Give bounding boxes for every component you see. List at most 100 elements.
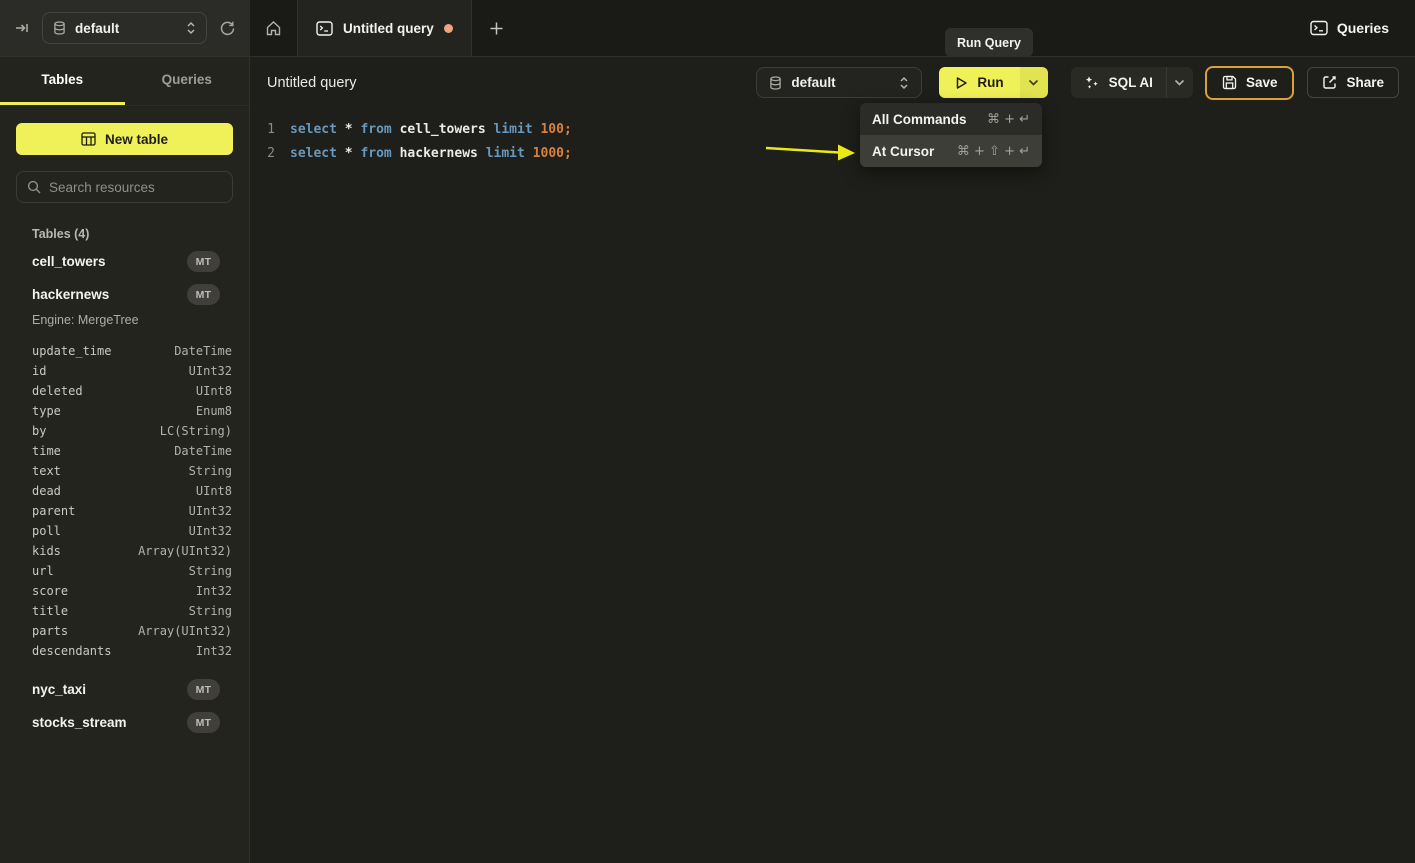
- column-name: url: [32, 564, 54, 578]
- chevron-down-icon: [1174, 79, 1185, 86]
- run-label: Run: [977, 75, 1003, 90]
- sql-editor[interactable]: 1select * from cell_towers limit 100;2se…: [251, 108, 1415, 863]
- queries-button[interactable]: Queries: [1310, 0, 1415, 56]
- code-token: limit: [486, 146, 525, 161]
- sql-ai-label: SQL AI: [1109, 75, 1153, 90]
- terminal-icon: [316, 21, 333, 36]
- new-tab-button[interactable]: [472, 0, 521, 56]
- column-name: by: [32, 424, 46, 438]
- column-row: kidsArray(UInt32): [0, 541, 249, 561]
- column-type: UInt8: [196, 384, 232, 398]
- query-database-value: default: [791, 75, 835, 90]
- save-icon: [1222, 75, 1237, 90]
- column-type: LC(String): [160, 424, 232, 438]
- column-row: update_time DateTime: [0, 341, 249, 361]
- database-selector[interactable]: default: [42, 12, 207, 44]
- tab-home[interactable]: [250, 0, 297, 56]
- table-name: hackernews: [32, 287, 109, 302]
- run-query-tooltip: Run Query: [945, 28, 1033, 57]
- sidebar-tabs: Tables Queries: [0, 57, 249, 106]
- expand-sidebar-icon[interactable]: [14, 20, 30, 36]
- code-token: *: [345, 146, 353, 161]
- column-type: UInt32: [189, 364, 232, 378]
- save-button[interactable]: Save: [1205, 66, 1295, 100]
- column-type: Array(UInt32): [138, 544, 232, 558]
- column-type: String: [189, 464, 232, 478]
- table-item-nyc_taxi[interactable]: nyc_taxiMT: [0, 673, 249, 706]
- search-input[interactable]: [49, 180, 222, 195]
- sparkle-ai-icon: [1084, 75, 1100, 91]
- run-button-group: Run: [939, 67, 1047, 98]
- home-icon: [265, 20, 282, 37]
- tables-list: cell_towersMThackernewsMTEngine: MergeTr…: [0, 245, 249, 739]
- search-box[interactable]: [16, 171, 233, 203]
- column-row: timeDateTime: [0, 441, 249, 461]
- column-type: Int32: [196, 644, 232, 658]
- code-lines: 1select * from cell_towers limit 100;2se…: [251, 117, 1415, 165]
- run-menu-item-all-commands[interactable]: All Commands⌘ + ↵: [860, 103, 1042, 135]
- sql-ai-button[interactable]: SQL AI: [1071, 67, 1166, 98]
- tab-untitled-query[interactable]: Untitled query: [297, 0, 472, 56]
- run-menu-item-at-cursor[interactable]: At Cursor⌘ + ⇧ + ↵: [860, 135, 1042, 167]
- code-token: from: [360, 146, 391, 161]
- share-button[interactable]: Share: [1307, 67, 1399, 98]
- engine-badge: MT: [187, 251, 220, 272]
- line-number: 2: [251, 146, 275, 161]
- sidebar-tab-tables[interactable]: Tables: [0, 57, 125, 105]
- column-row: titleString: [0, 601, 249, 621]
- column-type: Enum8: [196, 404, 232, 418]
- column-type: DateTime: [174, 344, 232, 358]
- chevron-down-icon: [1028, 79, 1039, 86]
- query-database-selector[interactable]: default: [756, 67, 922, 98]
- column-type: UInt8: [196, 484, 232, 498]
- refresh-icon[interactable]: [219, 20, 236, 37]
- column-name: poll: [32, 524, 61, 538]
- column-row: deletedUInt8: [0, 381, 249, 401]
- menu-item-shortcut: ⌘ + ⇧ + ↵: [957, 144, 1030, 159]
- column-name: score: [32, 584, 68, 598]
- sidebar-tab-queries-label: Queries: [162, 72, 212, 87]
- tabstrip: Untitled query: [250, 0, 521, 56]
- column-row: textString: [0, 461, 249, 481]
- table-item-cell_towers[interactable]: cell_towers MT: [0, 245, 249, 278]
- columns-list: update_time DateTime id UInt32 deletedUInt8 t…: [0, 337, 249, 673]
- save-label: Save: [1246, 75, 1278, 90]
- tab-label: Untitled query: [343, 21, 434, 36]
- column-name: id: [32, 364, 46, 378]
- run-options-button[interactable]: [1020, 67, 1048, 98]
- search-icon: [27, 180, 41, 194]
- topbar: default: [0, 0, 1415, 57]
- code-token: 100;: [540, 122, 571, 137]
- sidebar-tab-queries[interactable]: Queries: [125, 57, 250, 105]
- code-token: *: [345, 122, 353, 137]
- code-line: 1select * from cell_towers limit 100;: [251, 117, 1415, 141]
- table-name: cell_towers: [32, 254, 106, 269]
- column-name: type: [32, 404, 61, 418]
- sidebar: Tables Queries New table Tables (4) cell…: [0, 57, 250, 863]
- column-row: partsArray(UInt32): [0, 621, 249, 641]
- column-type: String: [189, 564, 232, 578]
- column-name: update_time: [32, 344, 111, 358]
- chevron-updown-icon: [899, 76, 909, 90]
- sql-ai-options-button[interactable]: [1166, 67, 1193, 98]
- database-selector-value: default: [75, 21, 119, 36]
- column-row: parentUInt32: [0, 501, 249, 521]
- queries-icon: [1310, 20, 1328, 36]
- code-token: limit: [494, 122, 533, 137]
- run-dropdown-menu: All Commands⌘ + ↵At Cursor⌘ + ⇧ + ↵: [860, 103, 1042, 167]
- run-button[interactable]: Run: [939, 67, 1019, 98]
- engine-badge: MT: [187, 712, 220, 733]
- menu-item-label: All Commands: [872, 112, 967, 127]
- column-row: pollUInt32: [0, 521, 249, 541]
- new-table-button[interactable]: New table: [16, 123, 233, 155]
- column-name: dead: [32, 484, 61, 498]
- table-item-stocks_stream[interactable]: stocks_streamMT: [0, 706, 249, 739]
- share-label: Share: [1346, 75, 1384, 90]
- sql-ai-button-group: SQL AI: [1071, 67, 1193, 98]
- table-item-hackernews[interactable]: hackernewsMT: [0, 278, 249, 311]
- column-row: id UInt32: [0, 361, 249, 381]
- column-row: scoreInt32: [0, 581, 249, 601]
- topbar-left-section: default: [0, 0, 250, 56]
- tables-section-label: Tables (4): [32, 227, 233, 241]
- column-row: dead UInt8: [0, 481, 249, 501]
